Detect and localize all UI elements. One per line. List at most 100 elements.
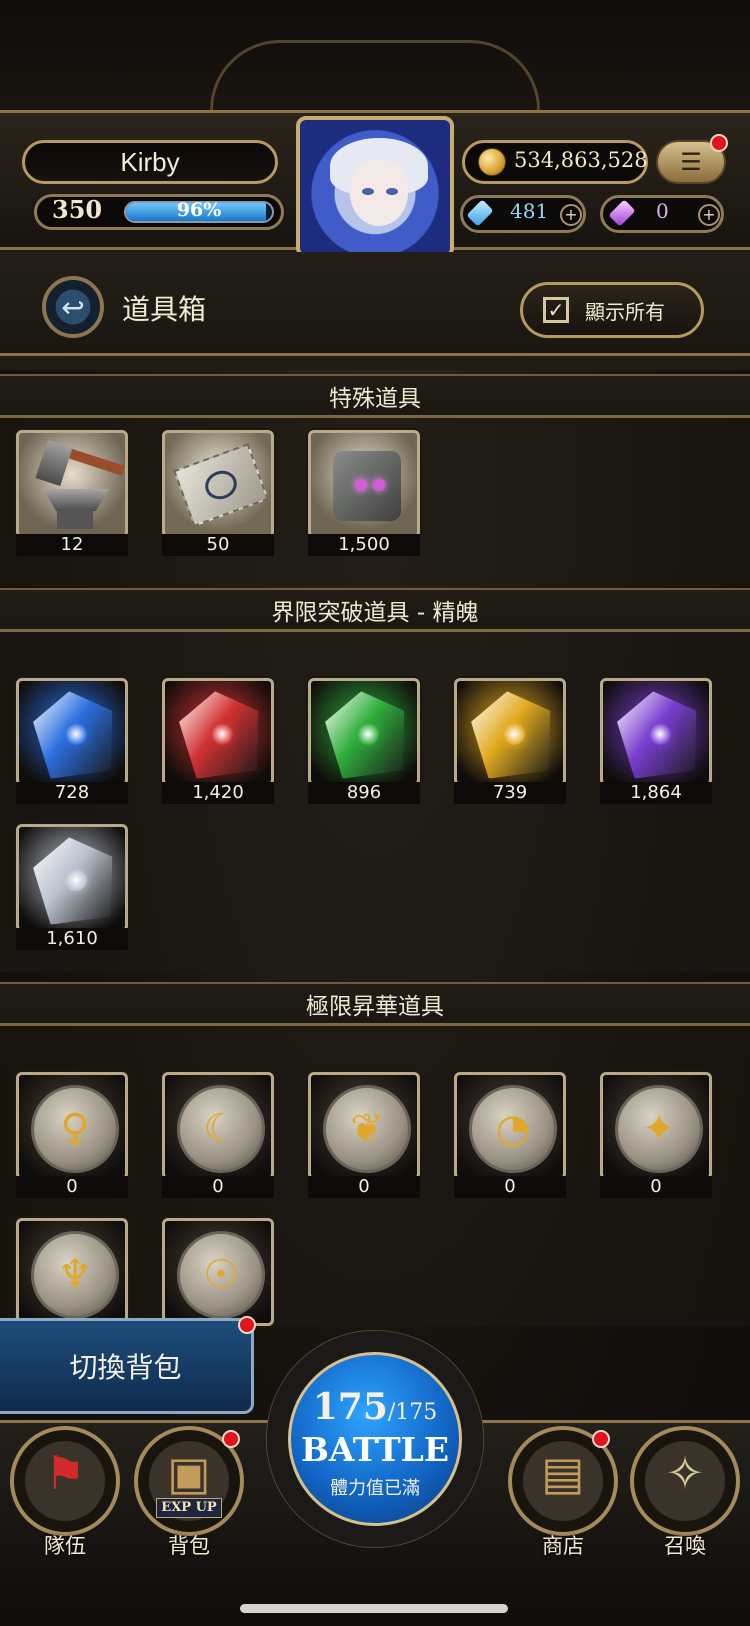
nav-label: 商店 xyxy=(542,1534,584,1558)
anvil-icon xyxy=(43,489,109,511)
battle-label: BATTLE xyxy=(301,1430,449,1469)
item-count: 0 xyxy=(454,1176,566,1198)
item-frame xyxy=(16,678,128,786)
item-rune-coin-5[interactable]: ✦ 0 xyxy=(600,1072,712,1198)
item-frame: ✦ xyxy=(600,1072,712,1180)
flag-icon: ⚑ xyxy=(44,1446,86,1500)
soul-core-icon xyxy=(211,723,233,745)
add-blue-gem-button[interactable]: + xyxy=(560,204,582,226)
player-name: Kirby xyxy=(22,140,278,184)
nav-label: 背包 xyxy=(168,1534,210,1558)
item-count: 728 xyxy=(16,782,128,804)
avatar-face xyxy=(350,160,408,226)
rune-symbol-icon: ☾ xyxy=(203,1106,239,1152)
exp-percent: 96% xyxy=(176,199,222,221)
item-light-soul[interactable]: 739 xyxy=(454,678,566,804)
battle-subtitle: 體力值已滿 xyxy=(330,1478,420,1499)
purple-gem-count: 0 xyxy=(656,199,669,223)
blue-gem-count: 481 xyxy=(510,199,549,223)
item-count: 1,610 xyxy=(16,928,128,950)
game-screen: Kirby 350 96% 534,863,528 ☰ 481 + 0 + ↩ … xyxy=(0,0,750,1626)
add-purple-gem-button[interactable]: + xyxy=(698,204,720,226)
stamina: 175/175 xyxy=(288,1386,462,1428)
item-frame: ☾ xyxy=(162,1072,274,1180)
item-count: 50 xyxy=(162,534,274,556)
item-count: 1,864 xyxy=(600,782,712,804)
cube-eye-icon xyxy=(373,479,385,491)
exp-up-badge: EXP UP xyxy=(156,1498,222,1518)
item-frame: ☉ xyxy=(162,1218,274,1326)
item-fire-soul[interactable]: 1,420 xyxy=(162,678,274,804)
switch-bag-button[interactable]: 切換背包 xyxy=(0,1318,254,1414)
item-count: 0 xyxy=(16,1176,128,1198)
item-anvil-hammer[interactable]: 12 xyxy=(16,430,128,556)
item-frame xyxy=(162,430,274,538)
checkbox-icon: ✓ xyxy=(543,297,569,323)
cube-eye-icon xyxy=(355,479,367,491)
stamina-current: 175 xyxy=(312,1386,388,1428)
section-title-limit-break: 界限突破道具 - 精魄 xyxy=(0,588,750,632)
back-button[interactable]: ↩ xyxy=(42,276,104,338)
card-icon: ✧ xyxy=(665,1446,705,1500)
chest-icon: ▣ xyxy=(167,1446,211,1500)
nav-label: 隊伍 xyxy=(44,1534,86,1558)
avatar-eye xyxy=(386,188,398,195)
item-frame xyxy=(600,678,712,786)
item-frame: ♀ xyxy=(16,1072,128,1180)
item-frame xyxy=(308,678,420,786)
item-rune-coin-3[interactable]: ❦ 0 xyxy=(308,1072,420,1198)
rune-symbol-icon: ◔ xyxy=(495,1106,531,1152)
top-ornament xyxy=(210,40,540,110)
soul-core-icon xyxy=(503,723,525,745)
soul-core-icon xyxy=(649,723,671,745)
item-dark-soul[interactable]: 1,864 xyxy=(600,678,712,804)
item-count: 12 xyxy=(16,534,128,556)
home-indicator[interactable] xyxy=(240,1604,508,1613)
anvil-base-icon xyxy=(57,509,93,529)
soul-core-icon xyxy=(357,723,379,745)
item-frame xyxy=(16,824,128,932)
player-level: 350 xyxy=(52,195,103,224)
gold-coin-icon xyxy=(478,148,506,176)
show-all-toggle[interactable]: ✓ 顯示所有 xyxy=(520,282,704,338)
item-frame xyxy=(16,430,128,538)
item-count: 0 xyxy=(308,1176,420,1198)
item-count: 0 xyxy=(162,1176,274,1198)
item-count: 1,420 xyxy=(162,782,274,804)
rune-symbol-icon: ❦ xyxy=(350,1106,384,1152)
rune-symbol-icon: ✦ xyxy=(642,1106,676,1152)
back-arrow-icon: ↩ xyxy=(61,290,85,324)
item-neutral-soul[interactable]: 1,610 xyxy=(16,824,128,950)
notification-dot xyxy=(222,1430,240,1448)
item-rune-coin-2[interactable]: ☾ 0 xyxy=(162,1072,274,1198)
item-frame: ❦ xyxy=(308,1072,420,1180)
avatar[interactable] xyxy=(296,116,454,258)
item-count: 896 xyxy=(308,782,420,804)
item-frame: ◔ xyxy=(454,1072,566,1180)
hamburger-icon: ☰ xyxy=(680,148,702,176)
nav-team[interactable]: ⚑ 隊伍 xyxy=(10,1426,120,1558)
item-count: 0 xyxy=(600,1176,712,1198)
stamina-max: /175 xyxy=(387,1400,438,1425)
item-cube[interactable]: 1,500 xyxy=(308,430,420,556)
item-wood-soul[interactable]: 896 xyxy=(308,678,420,804)
item-count: 1,500 xyxy=(308,534,420,556)
notification-dot xyxy=(592,1430,610,1448)
avatar-eye xyxy=(362,188,374,195)
cube-icon xyxy=(333,451,401,521)
hammer-head-icon xyxy=(35,439,73,487)
item-rune-coin-1[interactable]: ♀ 0 xyxy=(16,1072,128,1198)
gold-amount: 534,863,528 xyxy=(514,148,648,172)
rune-symbol-icon: ♀ xyxy=(60,1106,90,1152)
notification-dot xyxy=(710,134,728,152)
nav-label: 召喚 xyxy=(664,1534,706,1558)
page-title: 道具箱 xyxy=(122,293,207,326)
item-rune-coin-4[interactable]: ◔ 0 xyxy=(454,1072,566,1198)
rune-symbol-icon: ♆ xyxy=(57,1252,93,1298)
soul-core-icon xyxy=(65,869,87,891)
item-water-soul[interactable]: 728 xyxy=(16,678,128,804)
item-frame xyxy=(162,678,274,786)
shop-sign-icon: ▤ xyxy=(541,1446,585,1500)
nav-summon[interactable]: ✧ 召喚 xyxy=(630,1426,740,1558)
item-ticket[interactable]: 50 xyxy=(162,430,274,556)
